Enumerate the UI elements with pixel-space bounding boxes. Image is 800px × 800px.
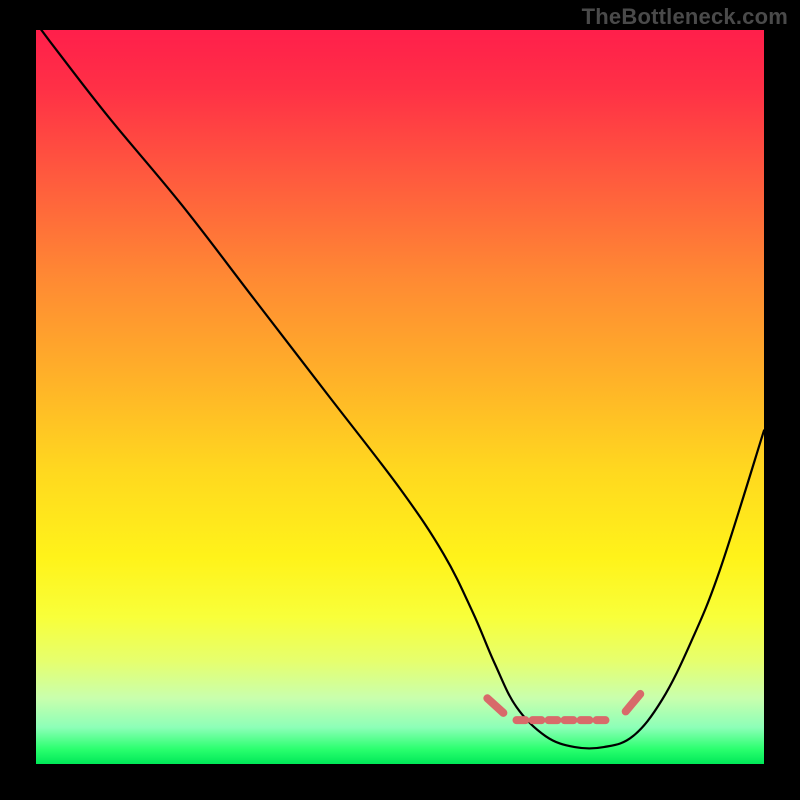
- curve-layer: [36, 30, 764, 758]
- bottleneck-curve: [36, 30, 764, 749]
- plot-area: [36, 30, 764, 764]
- watermark-text: TheBottleneck.com: [582, 4, 788, 30]
- chart-frame: TheBottleneck.com: [0, 0, 800, 800]
